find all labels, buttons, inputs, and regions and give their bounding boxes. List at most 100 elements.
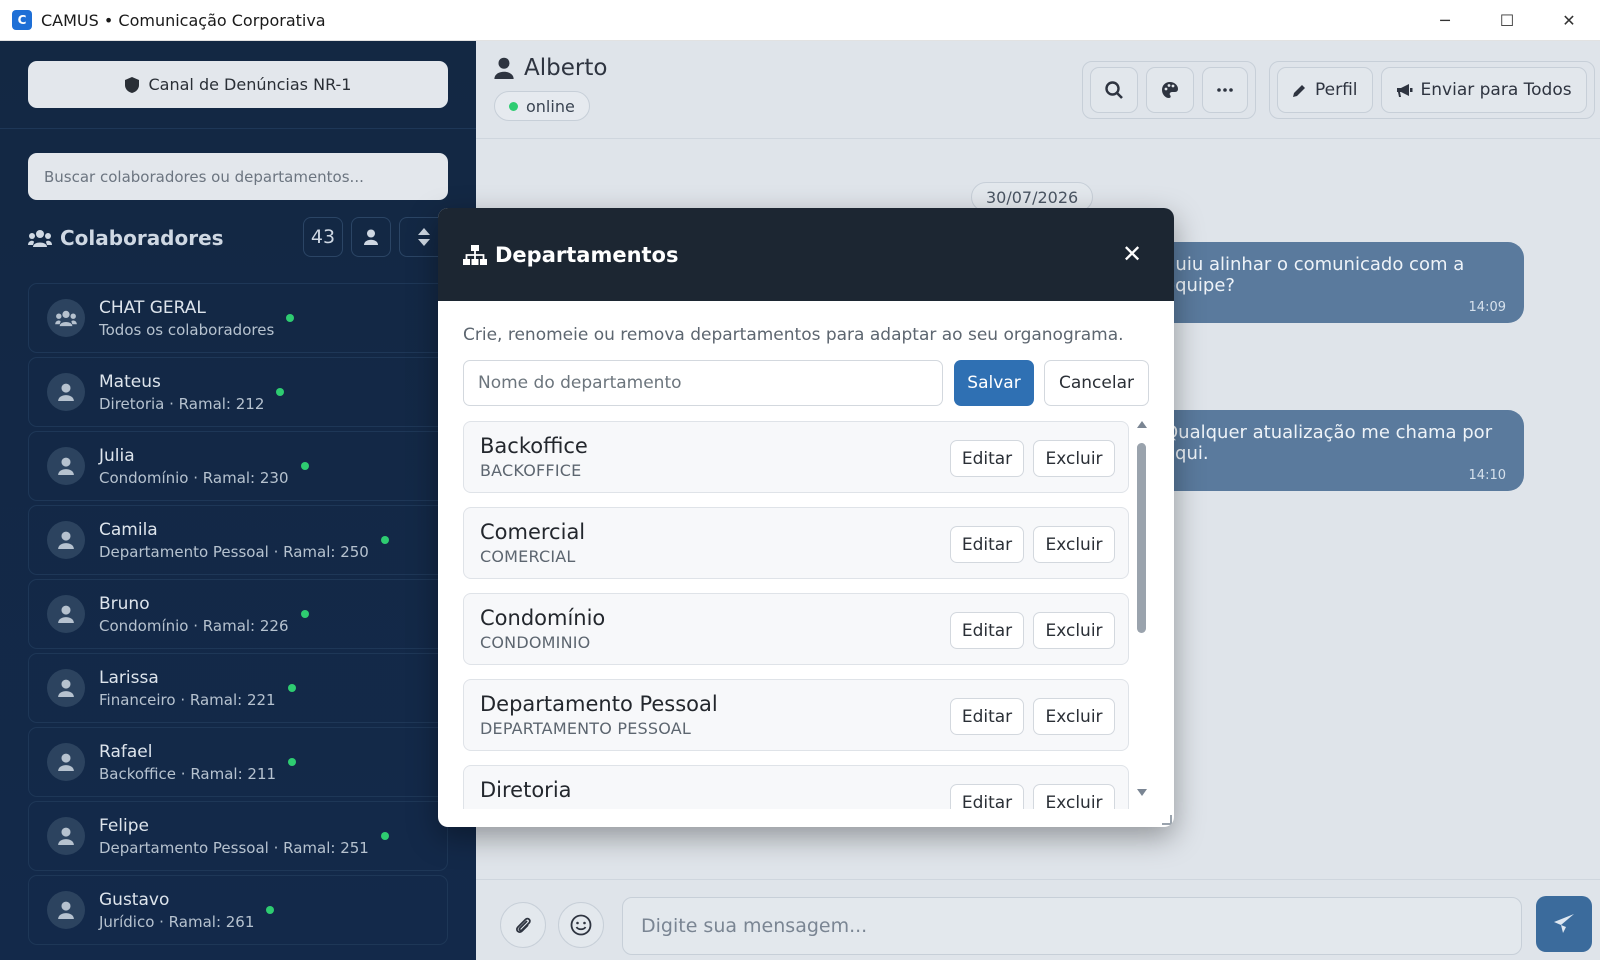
search-button[interactable]	[1090, 67, 1138, 113]
avatar	[47, 817, 85, 855]
contact-text: Bruno Condomínio · Ramal: 226	[99, 594, 289, 635]
message-time: 14:09	[1468, 300, 1506, 315]
department-name: Comercial	[480, 520, 586, 544]
profile-button[interactable]: Perfil	[1277, 67, 1373, 113]
attach-button[interactable]	[500, 902, 546, 948]
edit-department-button[interactable]: Editar	[950, 526, 1024, 563]
search-icon	[1105, 81, 1123, 99]
message-composer	[476, 879, 1600, 960]
pencil-icon	[1293, 84, 1305, 97]
contact-subtitle: Condomínio · Ramal: 226	[99, 616, 289, 635]
contact-name: Camila	[99, 519, 158, 540]
scrollbar[interactable]	[1135, 421, 1149, 796]
minimize-button[interactable]: ─	[1414, 0, 1476, 41]
divider	[0, 128, 476, 129]
contact-item[interactable]: Camila Departamento Pessoal · Ramal: 250	[28, 505, 448, 575]
department-code: DEPARTAMENTO PESSOAL	[480, 719, 692, 738]
online-status-dot	[288, 758, 297, 766]
close-window-button[interactable]: ✕	[1538, 0, 1600, 41]
status-text: online	[526, 96, 575, 116]
contact-subtitle: Financeiro · Ramal: 221	[99, 690, 276, 709]
shield-icon	[124, 76, 139, 93]
close-icon[interactable]: ✕	[1120, 240, 1144, 268]
sitemap-icon	[463, 244, 487, 265]
department-code: BACKOFFICE	[480, 461, 582, 480]
broadcast-button[interactable]: Enviar para Todos	[1380, 67, 1587, 113]
avatar	[47, 447, 85, 485]
delete-department-button[interactable]: Excluir	[1033, 784, 1115, 809]
contact-item[interactable]: Felipe Departamento Pessoal · Ramal: 251	[28, 801, 448, 871]
department-item: Condomínio CONDOMINIO Editar Excluir	[463, 593, 1129, 665]
contact-subtitle: Departamento Pessoal · Ramal: 250	[99, 542, 369, 561]
contact-item[interactable]: Rafael Backoffice · Ramal: 211	[28, 727, 448, 797]
edit-department-button[interactable]: Editar	[950, 784, 1024, 809]
more-options-button[interactable]	[1202, 67, 1248, 113]
department-item: Backoffice BACKOFFICE Editar Excluir	[463, 421, 1129, 493]
department-code: COMERCIAL	[480, 547, 576, 566]
contact-item[interactable]: Bruno Condomínio · Ramal: 226	[28, 579, 448, 649]
departments-modal: Departamentos ✕ Crie, renomeie ou remova…	[438, 208, 1174, 827]
maximize-button[interactable]: ☐	[1476, 0, 1538, 41]
contact-item[interactable]: Gustavo Jurídico · Ramal: 261	[28, 875, 448, 945]
nr1-report-button[interactable]: Canal de Denúncias NR-1	[28, 61, 448, 108]
delete-department-button[interactable]: Excluir	[1033, 612, 1115, 649]
save-button[interactable]: Salvar	[954, 360, 1034, 406]
contact-name: CHAT GERAL	[99, 297, 206, 318]
toolbar-icons	[1082, 61, 1256, 119]
department-item: Comercial COMERCIAL Editar Excluir	[463, 507, 1129, 579]
contact-item[interactable]: Mateus Diretoria · Ramal: 212	[28, 357, 448, 427]
scroll-thumb[interactable]	[1137, 443, 1146, 633]
user-icon	[58, 901, 74, 919]
user-icon	[58, 457, 74, 475]
contact-subtitle: Diretoria · Ramal: 212	[99, 394, 265, 413]
nr1-button-label: Canal de Denúncias NR-1	[148, 75, 352, 94]
user-filter-button[interactable]	[351, 217, 391, 257]
message-time: 14:10	[1468, 468, 1506, 483]
emoji-button[interactable]	[558, 902, 604, 948]
title-bar: C CAMUS • Comunicação Corporativa ─ ☐ ✕	[0, 0, 1600, 41]
window-controls: ─ ☐ ✕	[1414, 0, 1600, 41]
online-status-dot	[276, 388, 285, 396]
collaborators-header: Colaboradores 43	[28, 217, 448, 259]
avatar	[47, 595, 85, 633]
theme-button[interactable]	[1146, 67, 1194, 113]
resize-grip-icon[interactable]	[1162, 815, 1172, 825]
chat-header: Alberto online Perfil Enviar para Todos	[476, 41, 1600, 139]
scroll-down-arrow-icon[interactable]	[1137, 789, 1147, 796]
edit-department-button[interactable]: Editar	[950, 440, 1024, 477]
department-name: Diretoria	[480, 778, 572, 802]
user-icon	[58, 679, 74, 697]
department-name-input[interactable]	[463, 360, 943, 406]
contact-text: Rafael Backoffice · Ramal: 211	[99, 742, 276, 783]
modal-description: Crie, renomeie ou remova departamentos p…	[463, 325, 1124, 345]
contact-text: Camila Departamento Pessoal · Ramal: 250	[99, 520, 369, 561]
delete-department-button[interactable]: Excluir	[1033, 698, 1115, 735]
contact-item-chat-geral[interactable]: CHAT GERAL Todos os colaboradores	[28, 283, 448, 353]
user-icon	[494, 57, 514, 79]
online-status-dot	[300, 462, 309, 470]
contact-text: Larissa Financeiro · Ramal: 221	[99, 668, 276, 709]
megaphone-icon	[1396, 83, 1413, 97]
user-icon	[58, 753, 74, 771]
edit-department-button[interactable]: Editar	[950, 612, 1024, 649]
online-status-dot	[380, 832, 389, 840]
contact-subtitle: Condomínio · Ramal: 230	[99, 468, 289, 487]
online-status-dot	[300, 610, 309, 618]
delete-department-button[interactable]: Excluir	[1033, 526, 1115, 563]
contact-item[interactable]: Larissa Financeiro · Ramal: 221	[28, 653, 448, 723]
department-name: Condomínio	[480, 606, 606, 630]
contact-text: Gustavo Jurídico · Ramal: 261	[99, 890, 254, 931]
scroll-up-arrow-icon[interactable]	[1137, 421, 1147, 428]
online-status-dot	[266, 906, 275, 914]
message-input[interactable]	[622, 897, 1522, 955]
online-status-dot	[380, 536, 389, 544]
contact-item[interactable]: Julia Condomínio · Ramal: 230	[28, 431, 448, 501]
modal-title: Departamentos	[495, 242, 679, 267]
avatar	[47, 743, 85, 781]
search-input[interactable]	[28, 153, 448, 200]
contact-name: Rafael	[99, 741, 153, 762]
send-button[interactable]	[1536, 896, 1592, 952]
cancel-button[interactable]: Cancelar	[1044, 360, 1149, 406]
delete-department-button[interactable]: Excluir	[1033, 440, 1115, 477]
edit-department-button[interactable]: Editar	[950, 698, 1024, 735]
